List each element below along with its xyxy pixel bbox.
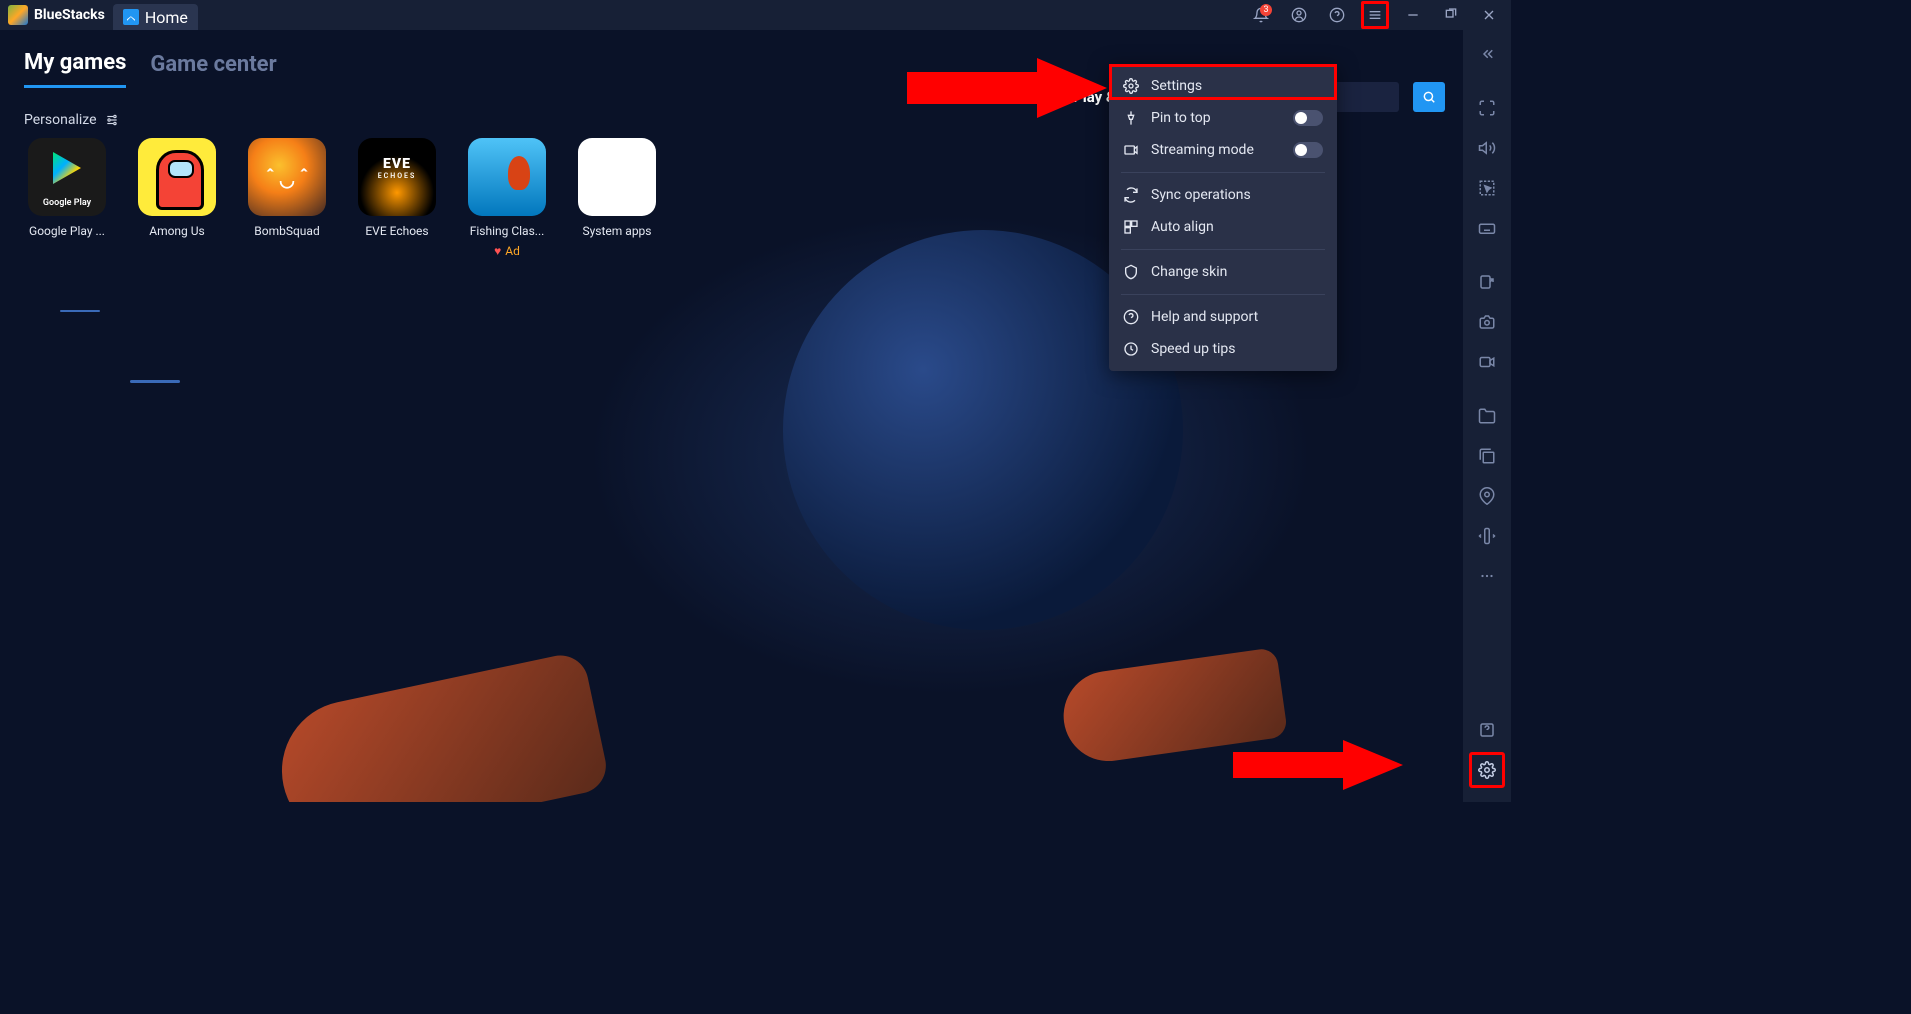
- search-button[interactable]: [1413, 82, 1445, 112]
- menu-label: Change skin: [1151, 264, 1227, 280]
- menu-label: Auto align: [1151, 219, 1214, 235]
- personalize-label[interactable]: Personalize: [24, 112, 97, 128]
- menu-auto-align[interactable]: Auto align: [1109, 211, 1337, 243]
- among-us-icon: [138, 138, 216, 216]
- google-play-icon: [28, 138, 106, 216]
- sidebar-settings-button[interactable]: [1469, 752, 1505, 788]
- pin-icon: [1123, 110, 1139, 126]
- eve-echoes-icon: [358, 138, 436, 216]
- app-label: EVE Echoes: [354, 224, 440, 238]
- app-label: Fishing Clas...: [464, 224, 550, 238]
- divider: [1121, 294, 1325, 295]
- record-button[interactable]: [1469, 344, 1505, 380]
- sidebar-help-button[interactable]: [1469, 712, 1505, 748]
- notification-badge: 3: [1260, 4, 1272, 16]
- pin-toggle[interactable]: [1293, 110, 1323, 126]
- screenshot-button[interactable]: [1469, 304, 1505, 340]
- hamburger-dropdown: Settings Pin to top Streaming mode Sync …: [1109, 64, 1337, 371]
- menu-pin-to-top[interactable]: Pin to top: [1109, 102, 1337, 134]
- ad-text: Ad: [505, 244, 520, 258]
- hamburger-menu-button[interactable]: [1361, 1, 1389, 29]
- ad-badge: ♥ Ad: [494, 244, 520, 258]
- streaming-toggle[interactable]: [1293, 142, 1323, 158]
- multi-instance-button[interactable]: [1469, 438, 1505, 474]
- menu-label: Streaming mode: [1151, 142, 1254, 158]
- streaming-icon: [1123, 142, 1139, 158]
- app-bombsquad[interactable]: BombSquad: [244, 138, 330, 258]
- app-label: Google Play ...: [24, 224, 110, 238]
- tab-game-center[interactable]: Game center: [150, 52, 276, 87]
- cursor-lock-button[interactable]: [1469, 170, 1505, 206]
- menu-label: Sync operations: [1151, 187, 1251, 203]
- annotation-arrow: [907, 58, 1107, 118]
- account-button[interactable]: [1285, 1, 1313, 29]
- collapse-sidebar-button[interactable]: [1469, 36, 1505, 72]
- maximize-button[interactable]: [1437, 1, 1465, 29]
- bluestacks-logo-icon: [8, 5, 28, 25]
- system-apps-icon: [578, 138, 656, 216]
- help-icon: [1123, 309, 1139, 325]
- help-button[interactable]: [1323, 1, 1351, 29]
- install-apk-button[interactable]: [1469, 264, 1505, 300]
- menu-streaming-mode[interactable]: Streaming mode: [1109, 134, 1337, 166]
- media-folder-button[interactable]: [1469, 398, 1505, 434]
- menu-change-skin[interactable]: Change skin: [1109, 256, 1337, 288]
- app-among-us[interactable]: Among Us: [134, 138, 220, 258]
- menu-help-support[interactable]: Help and support: [1109, 301, 1337, 333]
- app-fishing-clash[interactable]: Fishing Clas... ♥ Ad: [464, 138, 550, 258]
- close-button[interactable]: [1475, 1, 1503, 29]
- rotate-button[interactable]: [1469, 518, 1505, 554]
- skin-icon: [1123, 264, 1139, 280]
- minimize-button[interactable]: [1399, 1, 1427, 29]
- menu-label: Pin to top: [1151, 110, 1211, 126]
- menu-settings[interactable]: Settings: [1109, 70, 1337, 102]
- bg-streak: [60, 310, 100, 312]
- align-icon: [1123, 219, 1139, 235]
- brand-text: BlueStacks: [34, 7, 105, 23]
- sync-icon: [1123, 187, 1139, 203]
- fullscreen-button[interactable]: [1469, 90, 1505, 126]
- app-label: Among Us: [134, 224, 220, 238]
- divider: [1121, 172, 1325, 173]
- heart-icon: ♥: [494, 244, 501, 258]
- volume-button[interactable]: [1469, 130, 1505, 166]
- more-tools-button[interactable]: [1469, 558, 1505, 594]
- app-google-play[interactable]: Google Play ...: [24, 138, 110, 258]
- bombsquad-icon: [248, 138, 326, 216]
- speed-icon: [1123, 341, 1139, 357]
- right-sidebar: [1463, 30, 1511, 802]
- title-bar: BlueStacks Home 3: [0, 0, 1511, 30]
- bg-streak: [130, 380, 180, 383]
- menu-label: Speed up tips: [1151, 341, 1236, 357]
- app-system-apps[interactable]: System apps: [574, 138, 660, 258]
- home-tab-label: Home: [145, 8, 188, 27]
- menu-label: Help and support: [1151, 309, 1258, 325]
- menu-label: Settings: [1151, 78, 1202, 94]
- tab-home[interactable]: Home: [113, 4, 198, 30]
- bg-ship: [269, 650, 611, 802]
- menu-sync-operations[interactable]: Sync operations: [1109, 179, 1337, 211]
- menu-speed-up-tips[interactable]: Speed up tips: [1109, 333, 1337, 365]
- annotation-arrow: [1233, 740, 1403, 790]
- settings-icon: [1123, 78, 1139, 94]
- home-tab-icon: [123, 9, 139, 25]
- notifications-button[interactable]: 3: [1247, 1, 1275, 29]
- location-button[interactable]: [1469, 478, 1505, 514]
- main-content: My games Game center 🎁 Play & Win Person…: [0, 30, 1463, 802]
- divider: [1121, 249, 1325, 250]
- app-label: BombSquad: [244, 224, 330, 238]
- fishing-clash-icon: [468, 138, 546, 216]
- app-eve-echoes[interactable]: EVE Echoes: [354, 138, 440, 258]
- keyboard-controls-button[interactable]: [1469, 210, 1505, 246]
- tab-my-games[interactable]: My games: [24, 50, 126, 88]
- app-label: System apps: [574, 224, 660, 238]
- personalize-icon[interactable]: [105, 113, 119, 127]
- brand-logo: BlueStacks: [8, 5, 105, 25]
